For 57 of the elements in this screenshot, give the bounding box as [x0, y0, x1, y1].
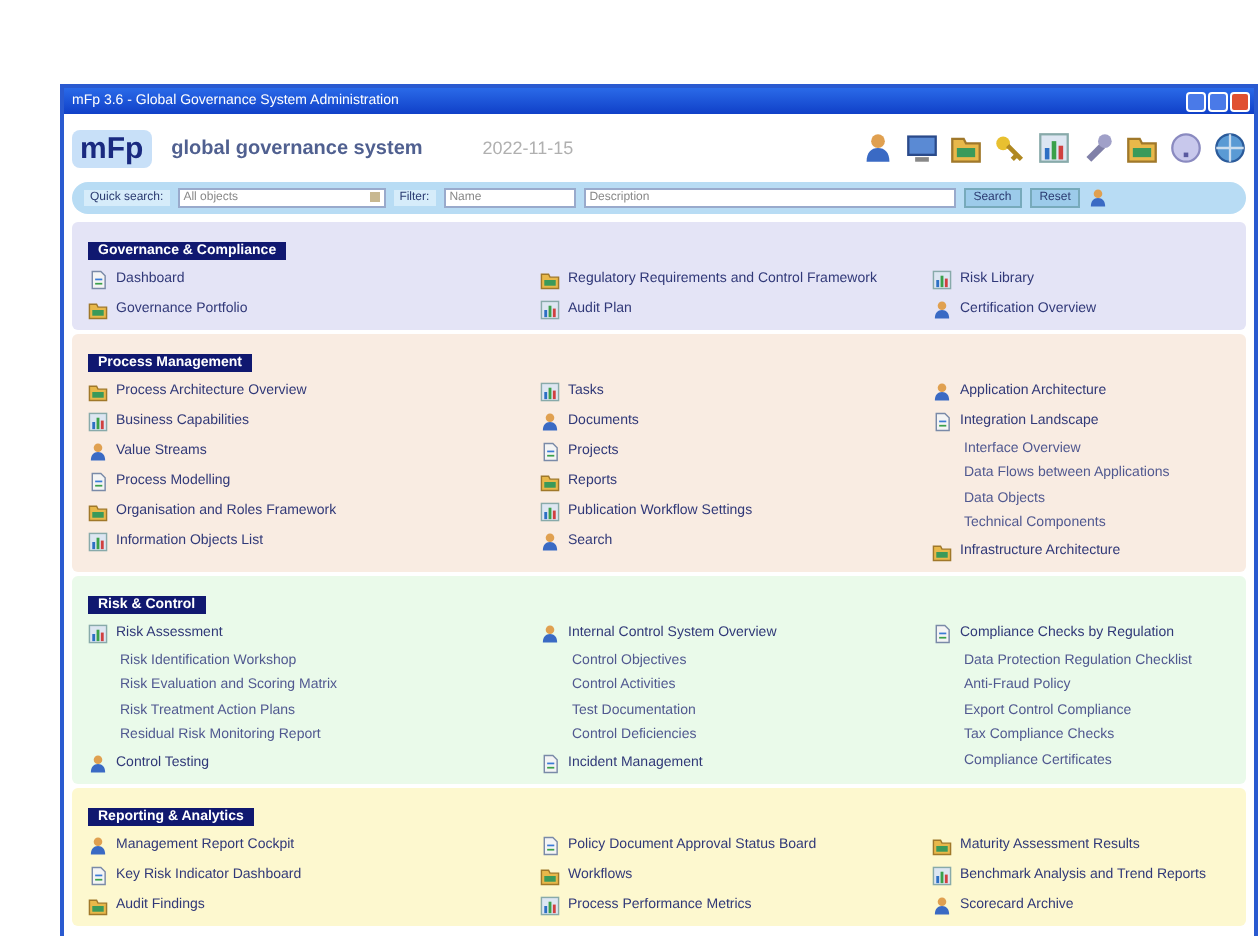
toolbar-button[interactable] [1082, 132, 1114, 164]
user-icon [862, 132, 894, 164]
folder-icon [1126, 132, 1158, 164]
toolbar-button[interactable] [862, 132, 894, 164]
user-icon [540, 411, 560, 431]
user-icon [1088, 188, 1109, 208]
chart-icon [88, 623, 108, 643]
folder-icon [932, 835, 952, 855]
document-icon [540, 835, 560, 855]
document-icon [540, 441, 560, 461]
chart-icon [540, 895, 560, 915]
monitor-icon [906, 132, 938, 164]
document-icon [88, 865, 108, 885]
folder-icon [540, 269, 560, 289]
toolbar-button[interactable] [950, 132, 982, 164]
toolbar-button[interactable] [1214, 132, 1246, 164]
user-icon [88, 835, 108, 855]
folder-icon [540, 471, 560, 491]
document-icon [932, 623, 952, 643]
user-icon [540, 623, 560, 643]
document-icon [932, 411, 952, 431]
document-icon [540, 753, 560, 773]
globe-icon [1214, 132, 1246, 164]
minimize-button[interactable] [1186, 91, 1206, 111]
folder-icon [88, 299, 108, 319]
chart-icon [540, 501, 560, 521]
app-subtitle: global governance system [171, 137, 423, 159]
chart-icon [540, 299, 560, 319]
folder-icon [932, 541, 952, 561]
folder-icon [88, 895, 108, 915]
logo: mFp [72, 129, 152, 167]
document-icon [88, 269, 108, 289]
user-icon [932, 895, 952, 915]
folder-icon [950, 132, 982, 164]
chart-icon [1038, 132, 1070, 164]
date-text: 2022-11-15 [482, 138, 574, 158]
toolbar-button[interactable] [906, 132, 938, 164]
user-icon [88, 753, 108, 773]
folder-icon [88, 501, 108, 521]
user-icon [88, 441, 108, 461]
maximize-button[interactable] [1208, 91, 1228, 111]
chart-icon [88, 411, 108, 431]
close-button[interactable] [1230, 91, 1250, 111]
document-icon [88, 471, 108, 491]
wrench-icon [1082, 132, 1114, 164]
user-icon [540, 531, 560, 551]
chart-icon [540, 381, 560, 401]
user-icon [932, 299, 952, 319]
toolbar-button[interactable] [1038, 132, 1070, 164]
folder-icon [88, 381, 108, 401]
chart-icon [932, 865, 952, 885]
user-icon [932, 381, 952, 401]
toolbar-button[interactable] [1126, 132, 1158, 164]
folder-icon [540, 865, 560, 885]
chart-icon [88, 531, 108, 551]
key-icon [994, 132, 1026, 164]
chart-icon [932, 269, 952, 289]
